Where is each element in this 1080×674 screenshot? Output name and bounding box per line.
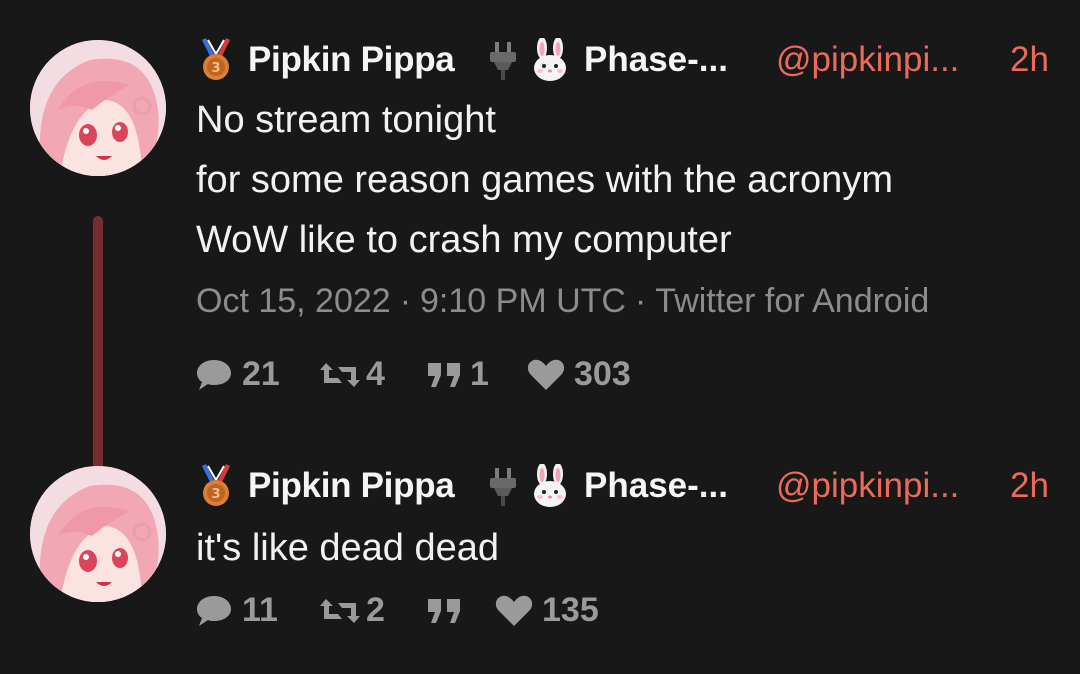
author-name[interactable]: Pipkin Pippa xyxy=(248,40,455,80)
svg-text:3: 3 xyxy=(211,487,220,502)
tweet-age[interactable]: 2h xyxy=(1010,40,1049,80)
tweet-text-line: No stream tonight xyxy=(196,99,496,141)
quote-count: 1 xyxy=(470,355,489,393)
retweet-count: 4 xyxy=(366,355,385,393)
meta-separator: · xyxy=(399,282,412,320)
tweet-date[interactable]: Oct 15, 2022 xyxy=(196,282,391,320)
retweet-icon xyxy=(320,363,360,387)
heart-icon xyxy=(527,359,565,390)
tweet-time[interactable]: 9:10 PM UTC xyxy=(420,282,626,320)
avatar[interactable] xyxy=(30,466,166,602)
tweet-text-line: WoW like to crash my computer xyxy=(196,219,732,261)
tweet-age[interactable]: 2h xyxy=(1010,466,1049,506)
author-handle[interactable]: @pipkinpi... xyxy=(776,466,959,506)
plug-icon xyxy=(490,42,516,80)
tweet-actions: 11 2 135 xyxy=(194,589,794,633)
tweet-header: 3 Pipkin Pippa Phase-... @pipkinpi... 2h xyxy=(196,460,1066,510)
tweet-client: Twitter for Android xyxy=(655,282,930,320)
quote-icon xyxy=(428,363,460,387)
avatar-image xyxy=(30,40,166,176)
heart-icon xyxy=(495,595,533,626)
thread-connector xyxy=(93,216,103,480)
medal-icon: 3 xyxy=(202,38,230,80)
reply-icon xyxy=(197,596,231,626)
retweet-count: 2 xyxy=(366,591,385,629)
avatar[interactable] xyxy=(30,40,166,176)
tweet-actions: 21 4 1 303 xyxy=(194,353,794,397)
reply-count: 11 xyxy=(242,591,278,629)
plug-icon xyxy=(490,468,516,506)
bunny-icon xyxy=(534,464,566,507)
tweet[interactable]: 3 Pipkin Pippa Phase-... @pipkinpi... 2h… xyxy=(0,28,1080,480)
tweet-text: No stream tonight for some reason games … xyxy=(196,90,893,270)
avatar-image xyxy=(30,466,166,602)
author-handle[interactable]: @pipkinpi... xyxy=(776,40,959,80)
tweet[interactable]: 3 Pipkin Pippa Phase-... @pipkinpi... 2h… xyxy=(0,454,1080,654)
tweet-text: it's like dead dead xyxy=(196,518,499,578)
tweet-text-line: it's like dead dead xyxy=(196,527,500,569)
tweet-text-line: for some reason games with the acronym xyxy=(196,159,893,201)
author-name[interactable]: Pipkin Pippa xyxy=(248,466,455,506)
reply-icon xyxy=(197,360,231,390)
author-display-suffix[interactable]: Phase-... xyxy=(584,40,728,80)
tweet-meta: Oct 15, 2022 · 9:10 PM UTC · Twitter for And… xyxy=(196,282,929,321)
medal-icon: 3 xyxy=(202,464,230,506)
svg-text:3: 3 xyxy=(211,61,220,76)
retweet-icon xyxy=(320,599,360,623)
like-count: 303 xyxy=(574,355,631,393)
quote-icon xyxy=(428,599,460,623)
bunny-icon xyxy=(534,38,566,81)
tweet-header: 3 Pipkin Pippa Phase-... @pipkinpi... 2h xyxy=(196,34,1066,84)
meta-separator: · xyxy=(634,282,647,320)
reply-count: 21 xyxy=(242,355,280,393)
like-count: 135 xyxy=(542,591,599,629)
author-display-suffix[interactable]: Phase-... xyxy=(584,466,728,506)
